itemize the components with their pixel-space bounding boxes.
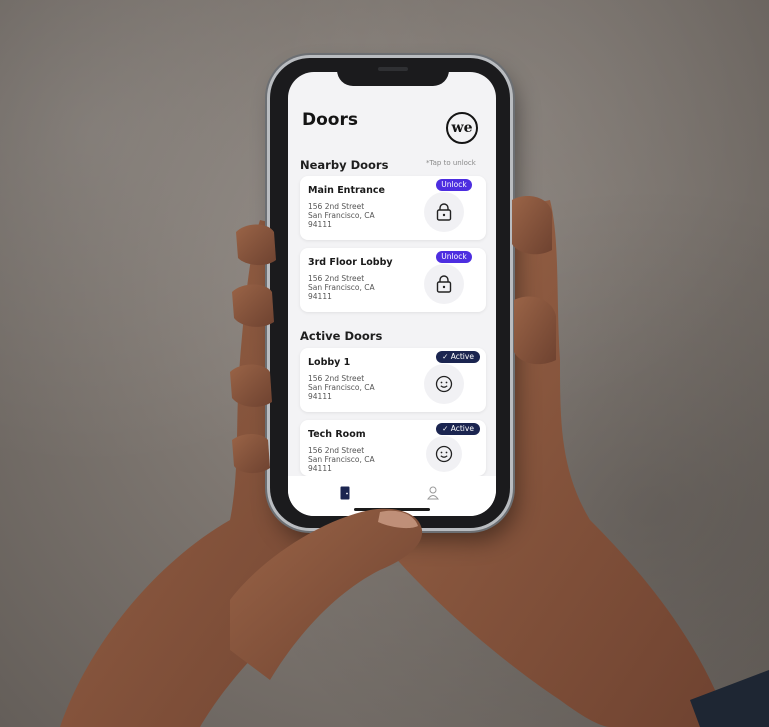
left-finger-3 — [230, 364, 272, 407]
right-finger-1 — [512, 196, 552, 255]
left-finger-2 — [232, 284, 274, 327]
left-finger-1 — [236, 224, 276, 266]
thumb-overlay — [230, 196, 556, 680]
left-finger-4 — [232, 434, 270, 474]
left-thumb — [230, 508, 423, 680]
right-finger-2 — [514, 296, 556, 365]
